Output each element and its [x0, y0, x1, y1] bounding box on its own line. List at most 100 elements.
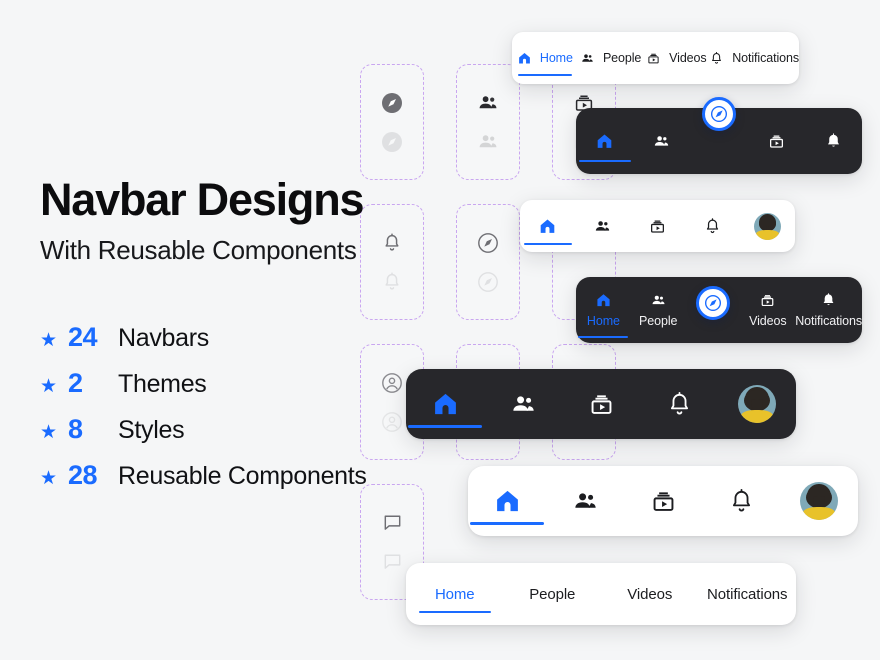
nav-item-explore[interactable] [690, 97, 747, 174]
feature-label: Reusable Components [118, 462, 367, 490]
chat-bubble-icon [381, 511, 404, 534]
nav-item-videos[interactable]: Videos [643, 32, 709, 84]
nav-item-home[interactable] [468, 466, 546, 536]
active-indicator [517, 73, 572, 76]
nav-item-notifications[interactable]: Notifications [709, 32, 799, 84]
placeholder-compass-outline [456, 204, 520, 320]
tab-label-notifications: Notifications [707, 585, 788, 603]
nav-item-people[interactable] [575, 200, 630, 252]
nav-label-videos: Videos [669, 51, 707, 65]
compass-outline-icon [476, 231, 500, 255]
nav-item-videos[interactable] [562, 369, 640, 439]
nav-item-notifications[interactable] [685, 200, 740, 252]
nav-item-people[interactable] [484, 369, 562, 439]
feature-count: 8 [68, 414, 83, 444]
nav-label-notifications: Notifications [732, 51, 799, 65]
tab-home[interactable]: Home [406, 563, 504, 625]
nav-item-explore[interactable] [686, 277, 741, 343]
nav-item-videos[interactable] [748, 108, 805, 174]
star-icon: ★ [40, 468, 58, 489]
home-icon [517, 51, 532, 66]
people-icon [580, 51, 595, 66]
navbar-light-icon-label: Home People Videos Notifications [512, 32, 799, 84]
home-icon [595, 132, 614, 151]
nav-label-videos: Videos [749, 314, 787, 328]
tab-label-people: People [529, 585, 576, 603]
nav-item-people[interactable]: People [578, 32, 644, 84]
people-icon [652, 132, 671, 151]
videos-icon [648, 217, 667, 236]
chat-bubble-icon-ghost [381, 550, 404, 573]
avatar[interactable] [754, 212, 781, 240]
nav-item-notifications[interactable] [805, 108, 862, 174]
bell-icon [665, 390, 694, 419]
navbar-light-icon-avatar [520, 200, 795, 252]
nav-label-people: People [602, 51, 642, 65]
nav-item-home[interactable] [406, 369, 484, 439]
navbar-light-large-avatar [468, 466, 858, 536]
people-icon [476, 91, 500, 115]
tab-notifications[interactable]: Notifications [699, 563, 797, 625]
nav-item-videos[interactable] [624, 466, 702, 536]
nav-item-people[interactable]: People [631, 277, 686, 343]
nav-item-notifications[interactable] [640, 369, 718, 439]
active-indicator [418, 610, 491, 613]
tab-label-videos: Videos [627, 585, 673, 603]
nav-item-notifications[interactable]: Notifications [795, 277, 862, 343]
nav-item-videos[interactable]: Videos [740, 277, 795, 343]
videos-icon [759, 292, 776, 309]
people-icon [571, 487, 600, 516]
nav-label-home: Home [539, 51, 573, 65]
nav-item-people[interactable] [633, 108, 690, 174]
navbar-dark-label-fab: Home People Videos Notifications [576, 277, 862, 343]
active-indicator [470, 522, 544, 525]
avatar[interactable] [738, 385, 776, 423]
nav-item-home[interactable] [576, 108, 633, 174]
feature-list: ★ 24 Navbars ★ 2 Themes ★ 8 Styles ★ 28 … [40, 322, 367, 506]
list-item: ★ 2 Themes [40, 368, 367, 414]
tab-label-home: Home [434, 585, 475, 603]
home-icon [595, 292, 612, 309]
people-icon [509, 390, 538, 419]
nav-item-home[interactable]: Home [576, 277, 631, 343]
list-item: ★ 24 Navbars [40, 322, 367, 368]
person-circle-icon [380, 371, 404, 395]
tab-people[interactable]: People [504, 563, 602, 625]
feature-label: Styles [118, 416, 185, 444]
bell-icon [820, 292, 837, 309]
compass-icon[interactable] [695, 286, 730, 320]
page-subtitle: With Reusable Components [40, 235, 357, 266]
videos-icon [649, 487, 678, 516]
avatar[interactable] [800, 482, 838, 520]
nav-label-home: Home [586, 314, 620, 328]
placeholder-compass-filled [360, 64, 424, 180]
navbar-dark-icon-fab [576, 97, 862, 174]
videos-icon [646, 51, 661, 66]
star-icon: ★ [40, 422, 58, 443]
nav-label-notifications: Notifications [795, 314, 862, 328]
active-indicator [408, 425, 482, 428]
videos-icon [767, 132, 786, 151]
home-icon [431, 390, 460, 419]
navbar-dark-large-avatar [406, 369, 796, 439]
people-icon [650, 292, 667, 309]
videos-icon [587, 390, 616, 419]
nav-item-profile[interactable] [740, 200, 795, 252]
bell-icon [709, 51, 724, 66]
placeholder-people [456, 64, 520, 180]
home-icon [493, 487, 522, 516]
tab-videos[interactable]: Videos [601, 563, 699, 625]
nav-item-people[interactable] [546, 466, 624, 536]
compass-icon[interactable] [702, 97, 736, 131]
people-icon-ghost [476, 130, 500, 154]
poster-canvas: Navbar Designs With Reusable Components … [0, 0, 880, 660]
nav-item-videos[interactable] [630, 200, 685, 252]
star-icon: ★ [40, 376, 58, 397]
nav-item-profile[interactable] [780, 466, 858, 536]
star-icon: ★ [40, 330, 58, 351]
nav-item-notifications[interactable] [702, 466, 780, 536]
nav-item-profile[interactable] [718, 369, 796, 439]
bell-icon [824, 132, 843, 151]
nav-item-home[interactable]: Home [512, 32, 578, 84]
nav-item-home[interactable] [520, 200, 575, 252]
